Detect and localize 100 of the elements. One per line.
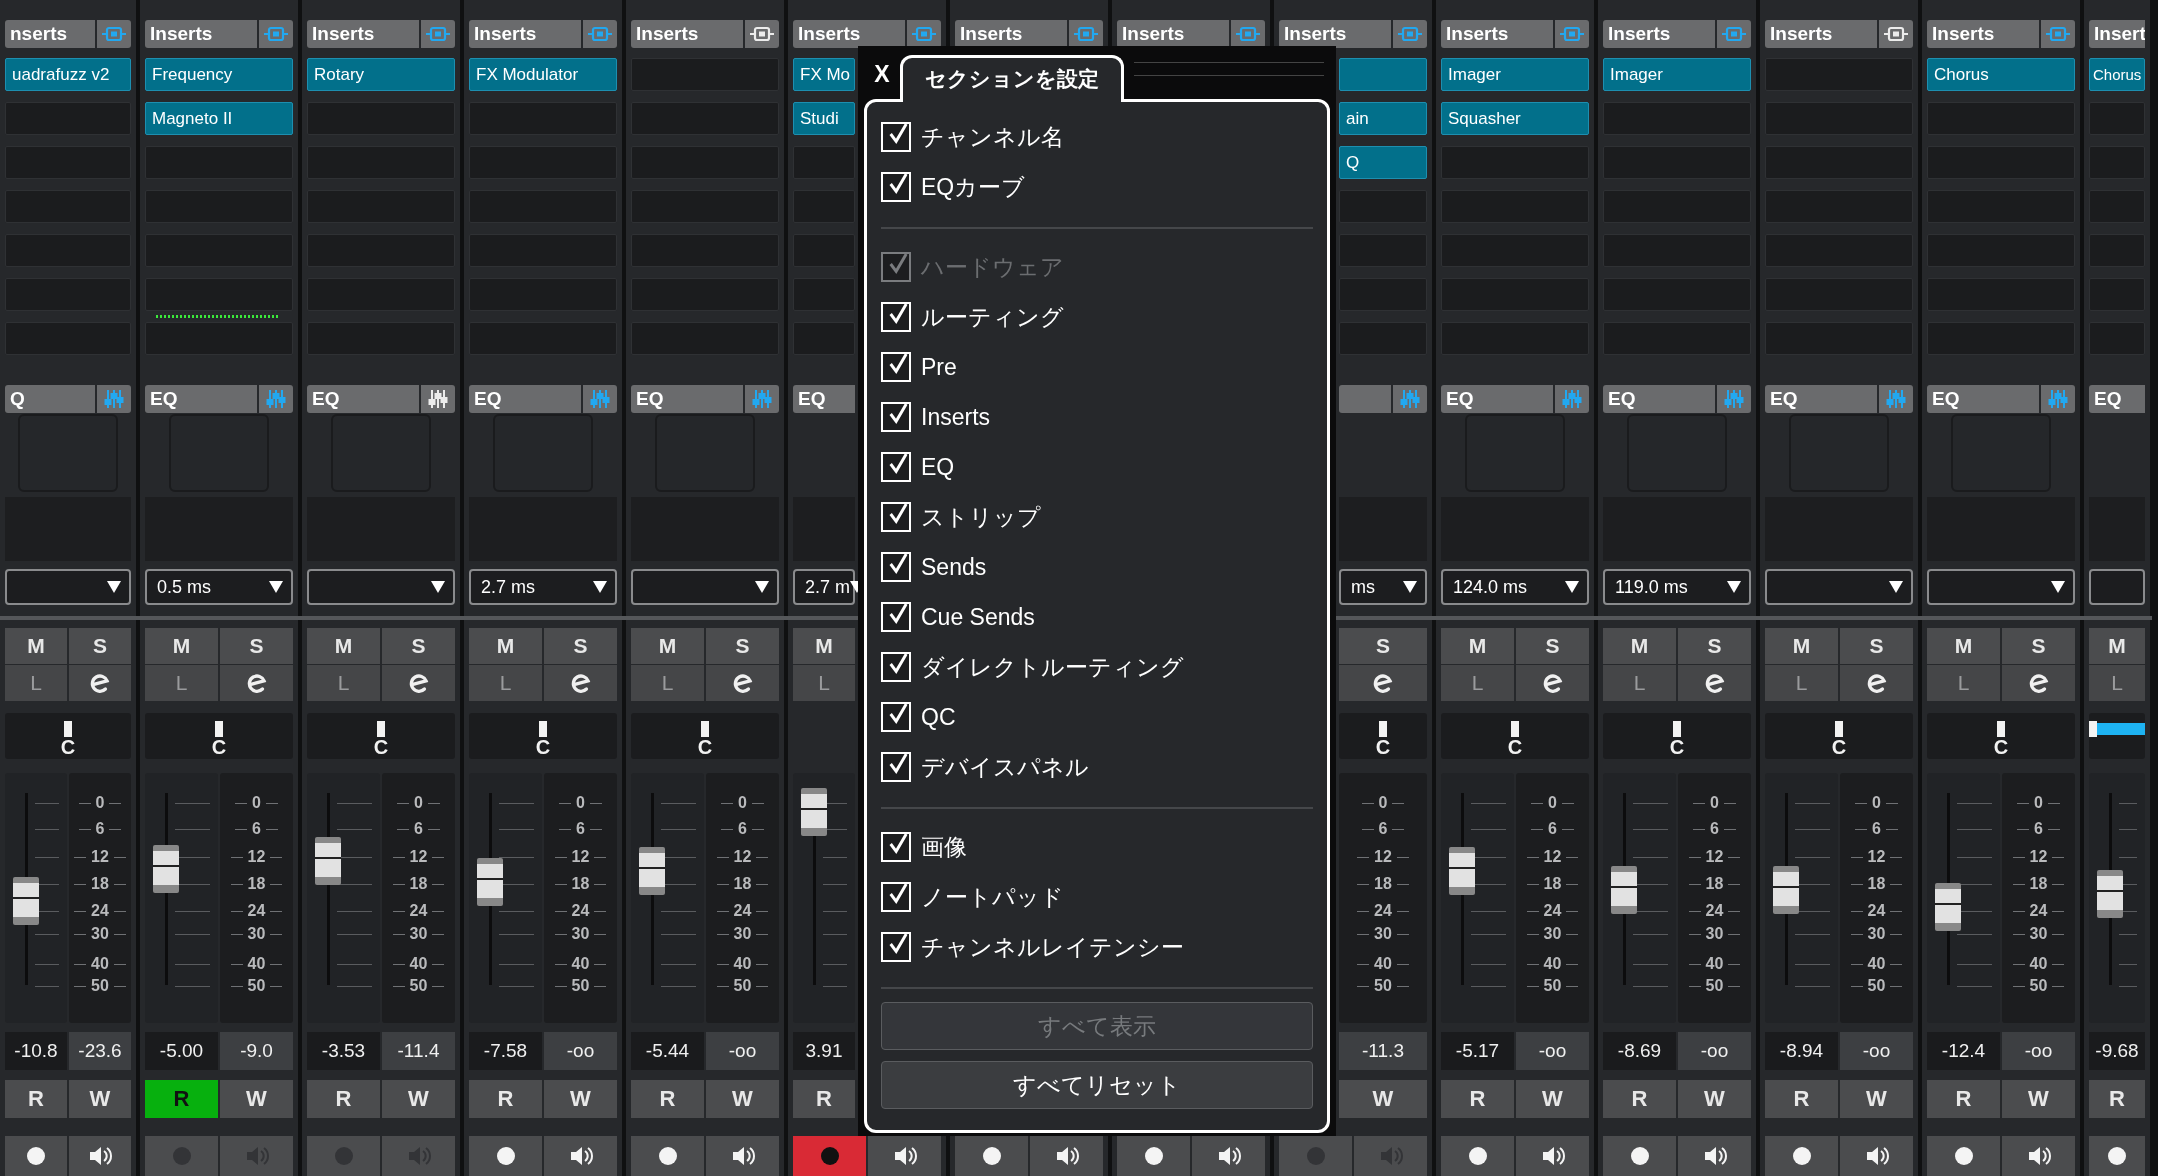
checkbox-option[interactable]: 画像: [881, 822, 971, 872]
write-button[interactable]: W: [382, 1080, 455, 1118]
solo-button[interactable]: S: [2002, 628, 2075, 664]
fader-track[interactable]: [469, 773, 542, 1023]
solo-button[interactable]: S: [706, 628, 779, 664]
latency-dropdown[interactable]: [1927, 569, 2075, 605]
insert-slot[interactable]: Imager: [1441, 58, 1589, 91]
edit-button[interactable]: [1678, 665, 1751, 701]
fader-handle[interactable]: [477, 858, 503, 907]
solo-button[interactable]: S: [1516, 628, 1589, 664]
read-button[interactable]: R: [1441, 1080, 1514, 1118]
latency-dropdown[interactable]: [5, 569, 131, 605]
checkbox-option[interactable]: Pre: [881, 342, 961, 392]
insert-slot[interactable]: FX Mo: [793, 58, 855, 91]
mute-button[interactable]: M: [1765, 628, 1838, 664]
edit-button[interactable]: [382, 665, 455, 701]
checkbox-option[interactable]: EQ: [881, 442, 959, 492]
insert-slot[interactable]: uadrafuzz v2: [5, 58, 131, 91]
eq-bypass-button[interactable]: [1393, 385, 1427, 413]
pan-handle[interactable]: [377, 721, 385, 737]
insert-bypass-button[interactable]: [1879, 20, 1913, 48]
fader-track[interactable]: [1441, 773, 1514, 1023]
solo-button[interactable]: S: [544, 628, 617, 664]
fader-handle[interactable]: [801, 788, 827, 836]
eq-bypass-button[interactable]: [97, 385, 131, 413]
solo-button[interactable]: S: [220, 628, 293, 664]
monitor-button[interactable]: [544, 1136, 617, 1176]
eq-bypass-button[interactable]: [1717, 385, 1751, 413]
insert-slot[interactable]: Frequency: [145, 58, 293, 91]
pan-slider[interactable]: C: [5, 713, 131, 759]
insert-slot[interactable]: Chorus: [1927, 58, 2075, 91]
latency-dropdown[interactable]: 2.7 m: [793, 569, 855, 605]
mute-button[interactable]: M: [631, 628, 704, 664]
eq-bypass-button[interactable]: [2041, 385, 2075, 413]
insert-slot[interactable]: Chorus: [2089, 58, 2145, 91]
mute-button[interactable]: M: [145, 628, 218, 664]
edit-button[interactable]: [544, 665, 617, 701]
solo-button[interactable]: S: [382, 628, 455, 664]
read-button[interactable]: R: [145, 1080, 218, 1118]
solo-button[interactable]: S: [1840, 628, 1913, 664]
insert-bypass-button[interactable]: [1231, 20, 1265, 48]
read-button[interactable]: R: [631, 1080, 704, 1118]
pan-slider[interactable]: C: [469, 713, 617, 759]
write-button[interactable]: W: [706, 1080, 779, 1118]
read-button[interactable]: R: [5, 1080, 67, 1118]
checkbox-option[interactable]: QC: [881, 692, 960, 742]
checkbox-option[interactable]: チャンネル名: [881, 112, 1068, 162]
fader-handle[interactable]: [1935, 883, 1961, 931]
latency-dropdown[interactable]: 2.7 ms: [469, 569, 617, 605]
edit-button[interactable]: [2002, 665, 2075, 701]
mute-button[interactable]: M: [1441, 628, 1514, 664]
pan-handle[interactable]: [64, 721, 72, 737]
pan-handle[interactable]: [1379, 721, 1387, 737]
mute-button[interactable]: M: [307, 628, 380, 664]
pan-slider[interactable]: C: [631, 713, 779, 759]
record-button[interactable]: [1441, 1136, 1514, 1176]
pan-handle[interactable]: [215, 721, 223, 737]
edit-button[interactable]: [69, 665, 131, 701]
latency-dropdown[interactable]: [2089, 569, 2145, 605]
checkbox-option[interactable]: ストリップ: [881, 492, 1045, 542]
pan-slider[interactable]: C: [145, 713, 293, 759]
write-button[interactable]: W: [220, 1080, 293, 1118]
fader-handle[interactable]: [1773, 865, 1799, 914]
fader-handle[interactable]: [1449, 846, 1475, 895]
insert-slot[interactable]: Q: [1339, 146, 1427, 179]
checkbox-option[interactable]: ノートパッド: [881, 872, 1068, 922]
fader-handle[interactable]: [153, 845, 179, 893]
record-button[interactable]: [5, 1136, 67, 1176]
pan-slider[interactable]: [2089, 713, 2145, 759]
insert-bypass-button[interactable]: [907, 20, 941, 48]
eq-bypass-button[interactable]: [259, 385, 293, 413]
eq-bypass-button[interactable]: [421, 385, 455, 413]
read-button[interactable]: R: [1927, 1080, 2000, 1118]
dialog-tab[interactable]: セクションを設定: [900, 55, 1124, 102]
record-button[interactable]: [1765, 1136, 1838, 1176]
record-button[interactable]: [2089, 1136, 2145, 1176]
edit-button[interactable]: [1339, 665, 1427, 701]
pan-handle[interactable]: [2089, 721, 2097, 737]
latency-dropdown[interactable]: 124.0 ms: [1441, 569, 1589, 605]
fader-track[interactable]: [1927, 773, 2000, 1023]
solo-button[interactable]: S: [69, 628, 131, 664]
pan-handle[interactable]: [539, 721, 547, 737]
insert-slot[interactable]: Imager: [1603, 58, 1751, 91]
record-button[interactable]: [1927, 1136, 2000, 1176]
checkbox-option[interactable]: チャンネルレイテンシー: [881, 922, 1188, 972]
latency-dropdown[interactable]: [631, 569, 779, 605]
insert-slot[interactable]: Squasher: [1441, 102, 1589, 135]
monitor-button[interactable]: [1030, 1136, 1103, 1176]
read-button[interactable]: R: [793, 1080, 855, 1118]
pan-slider[interactable]: C: [1765, 713, 1913, 759]
write-button[interactable]: W: [2002, 1080, 2075, 1118]
write-button[interactable]: W: [544, 1080, 617, 1118]
edit-button[interactable]: [1840, 665, 1913, 701]
monitor-button[interactable]: [1678, 1136, 1751, 1176]
record-button[interactable]: [631, 1136, 704, 1176]
pan-slider[interactable]: C: [1927, 713, 2075, 759]
insert-slot[interactable]: [1339, 58, 1427, 91]
write-button[interactable]: W: [69, 1080, 131, 1118]
fader-handle[interactable]: [1611, 865, 1637, 914]
edit-button[interactable]: [220, 665, 293, 701]
